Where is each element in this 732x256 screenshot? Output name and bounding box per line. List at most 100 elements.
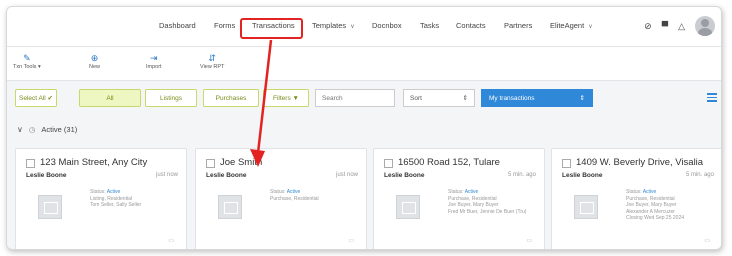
status-badge: Active (106, 189, 121, 195)
card-agent: Leslie Boone (206, 172, 247, 179)
card-detail-line: Joe Buyer, Mary Buyer (626, 202, 677, 208)
card-agent: Leslie Boone (562, 172, 603, 179)
filter-bar: Select All ✔ All Listings Purchases Filt… (7, 81, 721, 115)
card-details: Status: Active Purchase, Residential (270, 189, 319, 202)
filter-all-button[interactable]: All (79, 89, 141, 107)
search-input[interactable] (315, 89, 395, 107)
status-badge: Active (464, 189, 479, 195)
comment-icon[interactable]: ▭ (168, 237, 174, 244)
card-detail-line: Purchase, Residential (270, 195, 319, 202)
card-details: Status: Active Purchase, Residential Joe… (626, 189, 684, 222)
sort-label: Sort (410, 94, 422, 102)
transaction-card[interactable]: 16500 Road 152, Tulare Leslie Boone 5 mi… (373, 148, 545, 249)
status-label: Status: (90, 189, 106, 195)
filter-listings-button[interactable]: Listings (145, 89, 197, 107)
help-icon[interactable]: ⊘ (644, 21, 652, 32)
my-transactions-select[interactable]: My transactions ⇕ (481, 89, 593, 107)
transaction-card[interactable]: 1409 W. Beverly Drive, Visalia Leslie Bo… (551, 148, 721, 249)
nav-templates[interactable]: Templates ∨ (312, 21, 355, 30)
txn-tools-label: Txn Tools (13, 64, 37, 70)
card-detail-line: Tom Seller, Sally Seller (90, 202, 142, 208)
clock-icon: ◷ (28, 125, 36, 134)
select-all-button[interactable]: Select All ✔ (15, 89, 57, 107)
select-all-label: Select All (18, 94, 46, 102)
nav-dashboard[interactable]: Dashboard (159, 21, 196, 30)
transaction-card[interactable]: Joe Smith Leslie Boone just now Status: … (195, 148, 367, 249)
nav-partners[interactable]: Partners (504, 21, 532, 30)
import-button[interactable]: ⇥ Import (146, 52, 162, 70)
cart-icon[interactable]: ▀ (662, 21, 668, 31)
import-label: Import (146, 64, 162, 70)
comment-icon[interactable]: ▭ (704, 237, 710, 244)
card-checkbox[interactable] (384, 159, 393, 168)
card-detail-line: Closing Wed Sep 25 2024 (626, 215, 685, 221)
nav-templates-label: Templates (312, 21, 347, 30)
status-label: Status: (270, 189, 286, 195)
funnel-icon: ▼ (292, 94, 299, 102)
card-detail-line: Fred Mr Buer, Jennie De Buer (Tru) (448, 208, 527, 215)
report-icon: ⇵ (208, 53, 216, 63)
check-icon: ✔ (47, 95, 53, 102)
card-title: 16500 Road 152, Tulare (398, 157, 500, 168)
status-label: Status: (448, 189, 464, 195)
active-section-header[interactable]: ∨ ◷ Active (31) (17, 125, 77, 134)
my-transactions-label: My transactions (489, 94, 535, 102)
menu-icon[interactable] (707, 93, 717, 104)
avatar[interactable] (695, 16, 715, 36)
property-thumbnail (38, 195, 62, 219)
bell-icon[interactable]: △ (678, 21, 685, 32)
nav-eliteagent[interactable]: EliteAgent ∨ (550, 21, 593, 30)
transactions-highlight-box (240, 18, 303, 39)
filter-purchases-button[interactable]: Purchases (203, 89, 259, 107)
import-icon: ⇥ (150, 53, 158, 63)
updown-icon: ⇕ (462, 95, 468, 102)
property-thumbnail (218, 195, 242, 219)
view-rpt-button[interactable]: ⇵ View RPT (200, 52, 224, 70)
new-label: New (89, 64, 101, 70)
card-details: Status: Active Purchase, Residential Joe… (448, 189, 526, 215)
filters-button[interactable]: Filters ▼ (263, 89, 309, 107)
property-thumbnail (574, 195, 598, 219)
card-details: Status: Active Listing, Residential Tom … (90, 189, 141, 209)
chevron-down-icon: ∨ (588, 24, 593, 30)
status-label: Status: (626, 189, 642, 195)
card-agent: Leslie Boone (26, 172, 67, 179)
status-badge: Active (642, 189, 657, 195)
plus-circle-icon: ⊕ (90, 53, 99, 63)
nav-eliteagent-label: EliteAgent (550, 21, 585, 30)
sort-select[interactable]: Sort ⇕ (403, 89, 475, 107)
card-title: Joe Smith (220, 157, 263, 168)
card-time: just now (335, 172, 358, 178)
status-badge: Active (286, 189, 301, 195)
filters-label: Filters (273, 94, 291, 102)
new-button[interactable]: ⊕ New (89, 52, 100, 70)
card-time: just now (155, 172, 178, 178)
nav-contacts[interactable]: Contacts (456, 21, 486, 30)
txn-tools-button[interactable]: ✎ Txn Tools ▾ (13, 52, 41, 70)
card-time: 5 min. ago (507, 172, 536, 178)
section-title: Active (31) (41, 125, 78, 134)
chevron-down-icon: ∨ (350, 24, 355, 30)
updown-icon: ⇕ (579, 95, 585, 102)
chevron-down-icon: ∨ (17, 125, 23, 134)
nav-docnbox[interactable]: Docnbox (372, 21, 402, 30)
nav-icons: ⊘ ▀ △ (644, 15, 715, 37)
card-time: 5 min. ago (685, 172, 714, 178)
card-title: 1409 W. Beverly Drive, Visalia (576, 157, 704, 168)
wrench-icon: ✎ (23, 53, 31, 63)
app-window: Dashboard Forms Transactions Templates ∨ … (6, 6, 722, 250)
comment-icon[interactable]: ▭ (526, 237, 532, 244)
comment-icon[interactable]: ▭ (348, 237, 354, 244)
nav-tasks[interactable]: Tasks (420, 21, 439, 30)
card-checkbox[interactable] (562, 159, 571, 168)
card-title: 123 Main Street, Any City (40, 157, 148, 168)
top-nav: Dashboard Forms Transactions Templates ∨ … (7, 7, 721, 47)
nav-forms[interactable]: Forms (214, 21, 235, 30)
transaction-card[interactable]: 123 Main Street, Any City Leslie Boone j… (15, 148, 187, 249)
card-checkbox[interactable] (26, 159, 35, 168)
property-thumbnail (396, 195, 420, 219)
card-agent: Leslie Boone (384, 172, 425, 179)
card-checkbox[interactable] (206, 159, 215, 168)
toolbar: ✎ Txn Tools ▾ ⊕ New ⇥ Import ⇵ View RPT (7, 47, 721, 81)
view-rpt-label: View RPT (200, 64, 225, 70)
